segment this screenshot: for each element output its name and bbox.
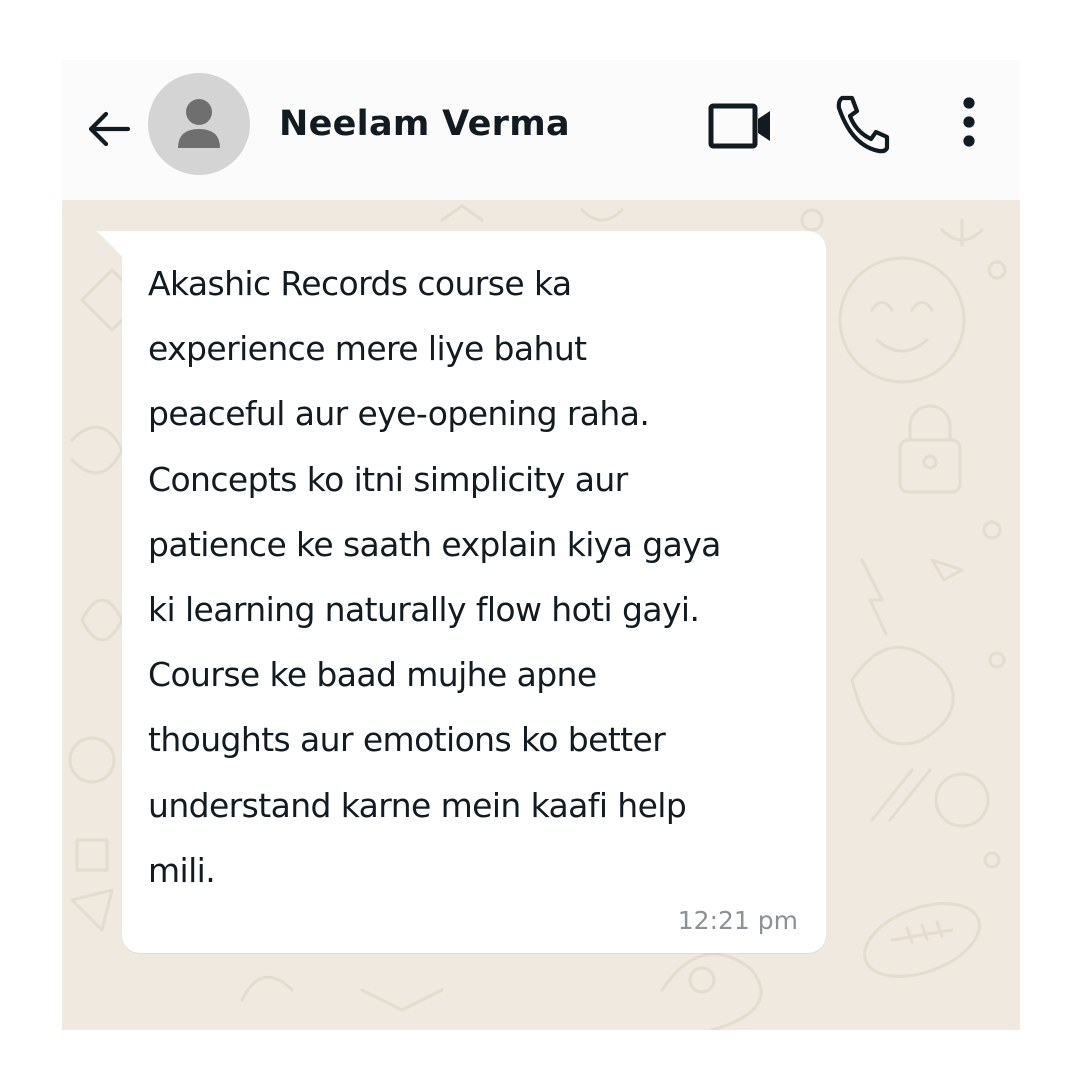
- video-camera-icon[interactable]: [708, 100, 774, 152]
- chat-screen: Neelam Verma Akashic Records course ka e…: [62, 60, 1020, 1030]
- chat-area[interactable]: Akashic Records course ka experience mer…: [62, 200, 1020, 1030]
- bubble-tail: [96, 231, 124, 259]
- contact-name[interactable]: Neelam Verma: [279, 104, 570, 144]
- message-text: Akashic Records course ka experience mer…: [148, 264, 721, 890]
- person-silhouette-icon: [178, 99, 220, 148]
- vertical-dots-icon[interactable]: [952, 94, 986, 158]
- chat-header: Neelam Verma: [62, 60, 1020, 200]
- message-bubble[interactable]: Akashic Records course ka experience mer…: [96, 231, 826, 953]
- arrow-left-icon[interactable]: [84, 104, 134, 154]
- avatar[interactable]: [148, 73, 250, 175]
- message-timestamp: 12:21 pm: [677, 906, 798, 935]
- phone-icon[interactable]: [834, 94, 890, 154]
